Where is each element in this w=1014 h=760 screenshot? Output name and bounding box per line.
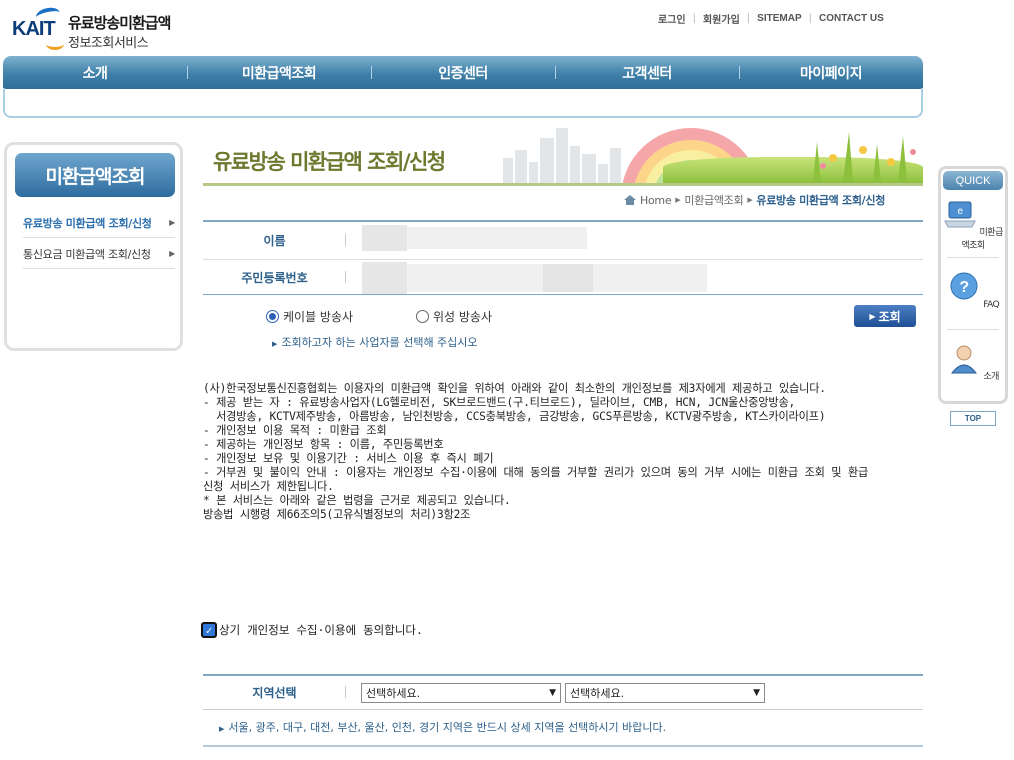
search-button-label: 조회 xyxy=(878,309,901,324)
masked-area xyxy=(543,264,593,292)
breadcrumb-current: 유료방송 미환급액 조회/신청 xyxy=(756,194,886,207)
rrn-label: 주민등록번호 xyxy=(203,269,346,286)
terms-line: * 본 서비스는 아래와 같은 법령을 근거로 제공되고 있습니다. xyxy=(203,494,511,507)
sub-nav-bar xyxy=(3,88,923,118)
region-hint-text: 서울, 광주, 대구, 대전, 부산, 울산, 인천, 경기 지역은 반드시 상… xyxy=(228,721,667,734)
quick-item-label: 미환급액조회 xyxy=(961,228,1003,251)
region-row: 지역선택 선택하세요. ▼ 선택하세요. ▼ xyxy=(203,674,923,710)
chevron-down-icon: ▼ xyxy=(753,687,760,698)
nav-refund-lookup[interactable]: 미환급액조회 xyxy=(187,56,371,89)
privacy-terms: (사)한국정보통신진흥협회는 이용자의 미환급액 확인을 위하여 아래와 같이 … xyxy=(203,382,963,522)
side-item-telecom[interactable]: 통신요금 미환급액 조회/신청 ▶ xyxy=(23,239,175,269)
breadcrumb: Home ▶ 미환급액조회 ▶ 유료방송 미환급액 조회/신청 xyxy=(624,192,885,208)
arrow-right-icon: ▶ xyxy=(747,196,753,204)
side-item-label: 통신요금 미환급액 조회/신청 xyxy=(23,247,151,261)
logo-subtitle: 정보조회서비스 xyxy=(68,36,149,51)
arrow-right-icon: ▶ xyxy=(169,218,175,227)
divider xyxy=(947,329,999,330)
provider-hint: ▶ 조회하고자 하는 사업자를 선택해 주십시오 xyxy=(272,334,478,350)
flowers-icon xyxy=(813,132,916,182)
radio-selected-icon[interactable] xyxy=(266,310,279,323)
join-link[interactable]: 회원가입 xyxy=(703,11,740,26)
top-links: 로그인 | 회원가입 | SITEMAP | CONTACT US xyxy=(658,11,884,26)
terms-line: - 거부권 및 불이익 안내 : 이용자는 개인정보 수집·이용에 대해 동의를… xyxy=(203,466,869,479)
quick-item-intro[interactable]: 소개 xyxy=(943,343,1003,382)
name-label: 이름 xyxy=(203,232,346,249)
logo-swoosh-icon xyxy=(46,38,64,50)
quick-item-label: 소개 xyxy=(983,372,999,382)
radio-cable[interactable]: 케이블 방송사 xyxy=(266,308,353,325)
terms-line: - 개인정보 이용 목적 : 미환급 조회 xyxy=(203,424,387,437)
quick-item-refund[interactable]: e 미환급액조회 xyxy=(943,199,1003,251)
logo[interactable]: KAIT 유료방송미환급액 정보조회서비스 xyxy=(12,5,192,52)
radio-cable-label: 케이블 방송사 xyxy=(283,310,354,324)
radio-satellite[interactable]: 위성 방송사 xyxy=(416,308,492,325)
divider xyxy=(947,257,999,258)
side-item-paytv[interactable]: 유료방송 미환급액 조회/신청 ▶ xyxy=(23,208,175,238)
region-select-value: 선택하세요. xyxy=(570,686,625,700)
nav-customer-center[interactable]: 고객센터 xyxy=(555,56,739,89)
region-label: 지역선택 xyxy=(203,684,346,701)
top-button[interactable]: TOP xyxy=(950,411,996,426)
quick-item-label: FAQ xyxy=(983,300,1000,310)
arrow-right-icon: ▶ xyxy=(869,311,876,321)
home-icon xyxy=(624,195,636,205)
radio-unselected-icon[interactable] xyxy=(416,310,429,323)
city-skyline-icon xyxy=(503,128,621,183)
search-button[interactable]: ▶ 조회 xyxy=(854,305,916,327)
divider: | xyxy=(808,13,812,24)
provider-hint-text: 조회하고자 하는 사업자를 선택해 주십시오 xyxy=(281,336,478,349)
contact-link[interactable]: CONTACT US xyxy=(819,13,884,24)
chevron-down-icon: ▼ xyxy=(549,687,556,698)
terms-line: 신청 서비스가 제한됩니다. xyxy=(203,480,334,493)
arrow-right-icon: ▶ xyxy=(675,196,681,204)
divider: | xyxy=(746,13,751,24)
masked-area xyxy=(407,227,587,249)
agree-row[interactable]: ✓ 상기 개인정보 수집·이용에 동의합니다. xyxy=(201,622,423,638)
user-info-table: 이름 주민등록번호 xyxy=(203,220,923,295)
region-select-value: 선택하세요. xyxy=(366,686,421,700)
arrow-right-icon: ▶ xyxy=(219,725,225,733)
quick-menu: QUICK e 미환급액조회 ? FAQ 소개 xyxy=(938,166,1008,404)
breadcrumb-item[interactable]: 미환급액조회 xyxy=(684,192,743,208)
login-link[interactable]: 로그인 xyxy=(658,11,686,26)
logo-title: 유료방송미환급액 xyxy=(68,14,171,32)
laptop-icon: e xyxy=(944,201,976,228)
person-icon xyxy=(951,345,978,374)
page-title: 유료방송 미환급액 조회/신청 xyxy=(213,150,446,174)
arrow-right-icon: ▶ xyxy=(169,249,175,258)
arrow-right-icon: ▶ xyxy=(272,340,278,348)
quick-item-faq[interactable]: ? FAQ xyxy=(943,271,1003,310)
region-select-detail[interactable]: 선택하세요. ▼ xyxy=(565,682,765,703)
terms-line: - 제공하는 개인정보 항목 : 이름, 주민등록번호 xyxy=(203,438,444,451)
region-select-primary[interactable]: 선택하세요. ▼ xyxy=(361,682,561,703)
terms-line: - 제공 받는 자 : 유료방송사업자(LG헬로비전, SK브로드밴드(구.티브… xyxy=(203,396,796,409)
terms-line: (사)한국정보통신진흥협회는 이용자의 미환급액 확인을 위하여 아래와 같이 … xyxy=(203,382,826,395)
agree-checkbox[interactable]: ✓ xyxy=(201,622,217,638)
nav-auth-center[interactable]: 인증센터 xyxy=(371,56,555,89)
terms-line: 서경방송, KCTV제주방송, 아름방송, 남인천방송, CCS충북방송, 금강… xyxy=(203,410,826,423)
side-item-label: 유료방송 미환급액 조회/신청 xyxy=(23,216,152,230)
terms-line: - 개인정보 보유 및 이용기간 : 서비스 이용 후 즉시 폐기 xyxy=(203,452,494,465)
quick-menu-title: QUICK xyxy=(943,171,1003,190)
masked-rrn-field[interactable] xyxy=(362,262,407,294)
radio-satellite-label: 위성 방송사 xyxy=(433,310,493,324)
masked-name-field[interactable] xyxy=(362,225,407,251)
nav-mypage[interactable]: 마이페이지 xyxy=(739,56,923,89)
divider xyxy=(203,745,923,747)
side-menu: 미환급액조회 유료방송 미환급액 조회/신청 ▶ 통신요금 미환급액 조회/신청… xyxy=(4,142,183,351)
nav-intro[interactable]: 소개 xyxy=(3,56,187,89)
divider: | xyxy=(692,13,696,24)
main-nav: 소개 미환급액조회 인증센터 고객센터 마이페이지 xyxy=(3,56,923,89)
page-banner: 유료방송 미환급액 조회/신청 xyxy=(203,118,923,186)
sitemap-link[interactable]: SITEMAP xyxy=(757,13,801,24)
side-menu-title: 미환급액조회 xyxy=(15,153,175,197)
svg-text:?: ? xyxy=(959,279,968,296)
agree-label: 상기 개인정보 수집·이용에 동의합니다. xyxy=(219,623,423,637)
breadcrumb-home[interactable]: Home xyxy=(640,194,672,207)
terms-line: 방송법 시행령 제66조의5(고유식별정보의 처리)3항2조 xyxy=(203,508,471,521)
region-hint: ▶ 서울, 광주, 대구, 대전, 부산, 울산, 인천, 경기 지역은 반드시 … xyxy=(219,719,666,735)
question-icon: ? xyxy=(950,272,978,300)
